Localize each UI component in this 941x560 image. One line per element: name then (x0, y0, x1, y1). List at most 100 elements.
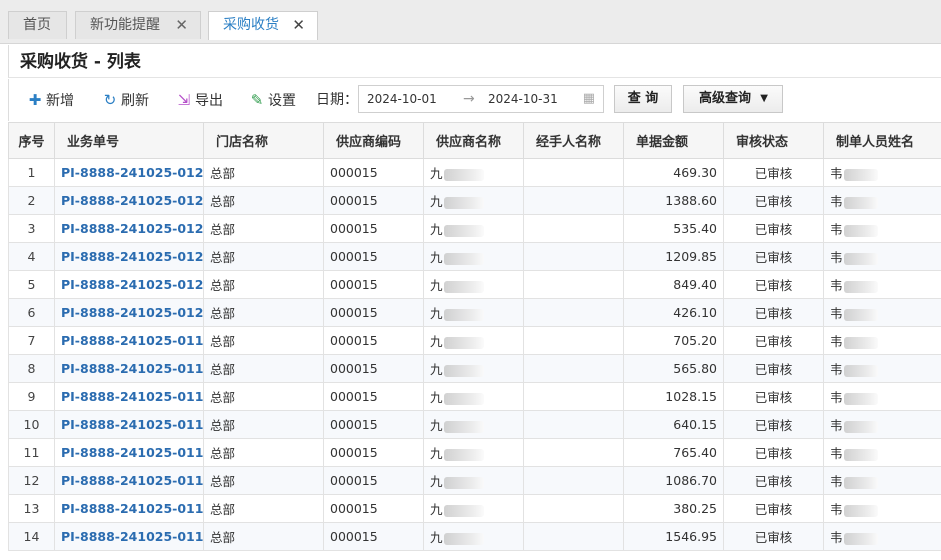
redacted-text-mask (843, 392, 878, 405)
supplier-code-cell-text: 000015 (330, 389, 378, 404)
row-index-cell: 4 (8, 242, 55, 271)
column-header-document-number[interactable]: 业务单号 (54, 122, 204, 159)
supplier-code-cell: 000015 (323, 438, 424, 467)
table-row[interactable]: 5 PI-8888-241025-0121 总部 000015 九 849.40 已审核 韦 (8, 270, 941, 299)
table-row[interactable]: 8 PI-8888-241025-0118 总部 000015 九 565.80 已审核 韦 (8, 354, 941, 383)
creator-name-cell: 韦 (823, 186, 941, 215)
creator-name-cell-text: 韦 (830, 362, 843, 377)
document-number-link[interactable]: PI-8888-241025-0123 (54, 214, 204, 243)
column-header-audit-status[interactable]: 审核状态 (723, 122, 824, 159)
handler-name-cell (523, 522, 624, 551)
row-index-cell: 8 (8, 354, 55, 383)
query-button[interactable]: 查 询 (614, 85, 672, 113)
document-number-link[interactable]: PI-8888-241025-0117 (54, 382, 204, 411)
creator-name-cell: 韦 (823, 382, 941, 411)
row-index-cell-text: 6 (27, 305, 36, 320)
creator-name-cell-text: 韦 (830, 306, 843, 321)
document-number-link[interactable]: PI-8888-241025-0118 (54, 354, 204, 383)
document-number-link[interactable]: PI-8888-241025-0115 (54, 438, 204, 467)
table-row[interactable]: 4 PI-8888-241025-0122 总部 000015 九 1209.85 已审核 韦 (8, 242, 941, 271)
creator-name-cell-text: 韦 (830, 166, 843, 181)
table-row[interactable]: 12 PI-8888-241025-0114 总部 000015 九 1086.70 已审核… (8, 466, 941, 495)
document-number-link[interactable]: PI-8888-241025-0112 (54, 522, 204, 551)
calendar-icon[interactable]: ▦ (583, 86, 595, 112)
tab-new-feature-reminder[interactable]: 新功能提醒 ✕ (75, 11, 201, 39)
date-to-field[interactable]: 2024-10-31 (488, 86, 558, 112)
tab-purchase-receipt[interactable]: 采购收货 ✕ (208, 11, 318, 40)
document-number-link-text: PI-8888-241025-0113 (61, 501, 204, 516)
redacted-text-mask (843, 364, 878, 377)
table-row[interactable]: 11 PI-8888-241025-0115 总部 000015 九 765.40 已审核 韦 (8, 438, 941, 467)
table-row[interactable]: 6 PI-8888-241025-0120 总部 000015 九 426.10 已审核 韦 (8, 298, 941, 327)
audit-status-cell: 已审核 (723, 214, 824, 243)
amount-cell: 1388.60 (623, 186, 724, 215)
redacted-text-mask (843, 420, 878, 433)
column-header-creator-name[interactable]: 制单人员姓名 (823, 122, 941, 159)
column-header-handler-name[interactable]: 经手人名称 (523, 122, 624, 159)
document-number-link[interactable]: PI-8888-241025-0121 (54, 270, 204, 299)
handler-name-cell (523, 242, 624, 271)
supplier-code-cell: 000015 (323, 158, 424, 187)
close-icon[interactable]: ✕ (175, 12, 188, 39)
amount-cell: 1086.70 (623, 466, 724, 495)
advanced-query-button[interactable]: 高级查询 ▼ (683, 85, 783, 113)
export-button-label: 导出 (195, 93, 223, 109)
row-index-cell-text: 1 (27, 165, 36, 180)
row-index-cell: 7 (8, 326, 55, 355)
document-number-link[interactable]: PI-8888-241025-0122 (54, 242, 204, 271)
document-number-link[interactable]: PI-8888-241025-0116 (54, 410, 204, 439)
add-button[interactable]: ✚ 新增 (26, 89, 74, 111)
column-header-index[interactable]: 序号 (8, 122, 55, 159)
store-name-cell: 总部 (203, 242, 324, 271)
row-index-cell: 6 (8, 298, 55, 327)
document-number-link-text: PI-8888-241025-0123 (61, 221, 204, 236)
row-index-cell-text: 9 (27, 389, 36, 404)
supplier-code-cell-text: 000015 (330, 473, 378, 488)
table-row[interactable]: 14 PI-8888-241025-0112 总部 000015 九 1546.95 已审核… (8, 522, 941, 551)
add-button-label: 新增 (46, 93, 74, 109)
amount-cell: 1546.95 (623, 522, 724, 551)
date-range-picker[interactable]: 2024-10-01 → 2024-10-31 ▦ (358, 85, 604, 113)
export-button[interactable]: ⇲ 导出 (175, 89, 223, 111)
document-number-link[interactable]: PI-8888-241025-0114 (54, 466, 204, 495)
store-name-cell-text: 总部 (210, 446, 236, 461)
column-header-amount[interactable]: 单据金额 (623, 122, 724, 159)
supplier-code-cell: 000015 (323, 410, 424, 439)
supplier-code-cell: 000015 (323, 326, 424, 355)
document-number-link[interactable]: PI-8888-241025-0125 (54, 158, 204, 187)
supplier-code-cell-text: 000015 (330, 333, 378, 348)
table-row[interactable]: 10 PI-8888-241025-0116 总部 000015 九 640.15 已审核 韦 (8, 410, 941, 439)
creator-name-cell-text: 韦 (830, 474, 843, 489)
table-row[interactable]: 1 PI-8888-241025-0125 总部 000015 九 469.30 已审核 韦 (8, 158, 941, 187)
table-row[interactable]: 3 PI-8888-241025-0123 总部 000015 九 535.40 已审核 韦 (8, 214, 941, 243)
document-number-link[interactable]: PI-8888-241025-0113 (54, 494, 204, 523)
table-row[interactable]: 9 PI-8888-241025-0117 总部 000015 九 1028.15 已审核 韦 (8, 382, 941, 411)
document-number-link-text: PI-8888-241025-0114 (61, 473, 204, 488)
table-row[interactable]: 7 PI-8888-241025-0119 总部 000015 九 705.20 已审核 韦 (8, 326, 941, 355)
row-index-cell-text: 4 (27, 249, 36, 264)
handler-name-cell (523, 326, 624, 355)
settings-button[interactable]: ✎ 设置 (248, 89, 296, 111)
document-number-link[interactable]: PI-8888-241025-0119 (54, 326, 204, 355)
audit-status-cell: 已审核 (723, 410, 824, 439)
amount-cell: 469.30 (623, 158, 724, 187)
refresh-button[interactable]: ↻ 刷新 (101, 89, 149, 111)
table-row[interactable]: 2 PI-8888-241025-0124 总部 000015 九 1388.60 已审核 韦 (8, 186, 941, 215)
audit-status-cell-text: 已审核 (754, 166, 793, 181)
document-number-link[interactable]: PI-8888-241025-0124 (54, 186, 204, 215)
close-icon[interactable]: ✕ (292, 12, 305, 39)
column-header-store-name[interactable]: 门店名称 (203, 122, 324, 159)
document-number-link[interactable]: PI-8888-241025-0120 (54, 298, 204, 327)
handler-name-cell (523, 158, 624, 187)
row-index-cell-text: 10 (23, 417, 40, 432)
amount-cell-text: 640.15 (673, 417, 717, 432)
tab-home[interactable]: 首页 (8, 11, 67, 39)
row-index-cell: 3 (8, 214, 55, 243)
row-index-cell-text: 13 (23, 501, 40, 516)
column-header-supplier-code[interactable]: 供应商编码 (323, 122, 424, 159)
supplier-name-cell-text: 九 (430, 194, 443, 209)
table-row[interactable]: 13 PI-8888-241025-0113 总部 000015 九 380.25 已审核 韦 (8, 494, 941, 523)
column-header-supplier-name[interactable]: 供应商名称 (423, 122, 524, 159)
date-from-field[interactable]: 2024-10-01 (367, 86, 437, 112)
document-number-link-text: PI-8888-241025-0116 (61, 417, 204, 432)
